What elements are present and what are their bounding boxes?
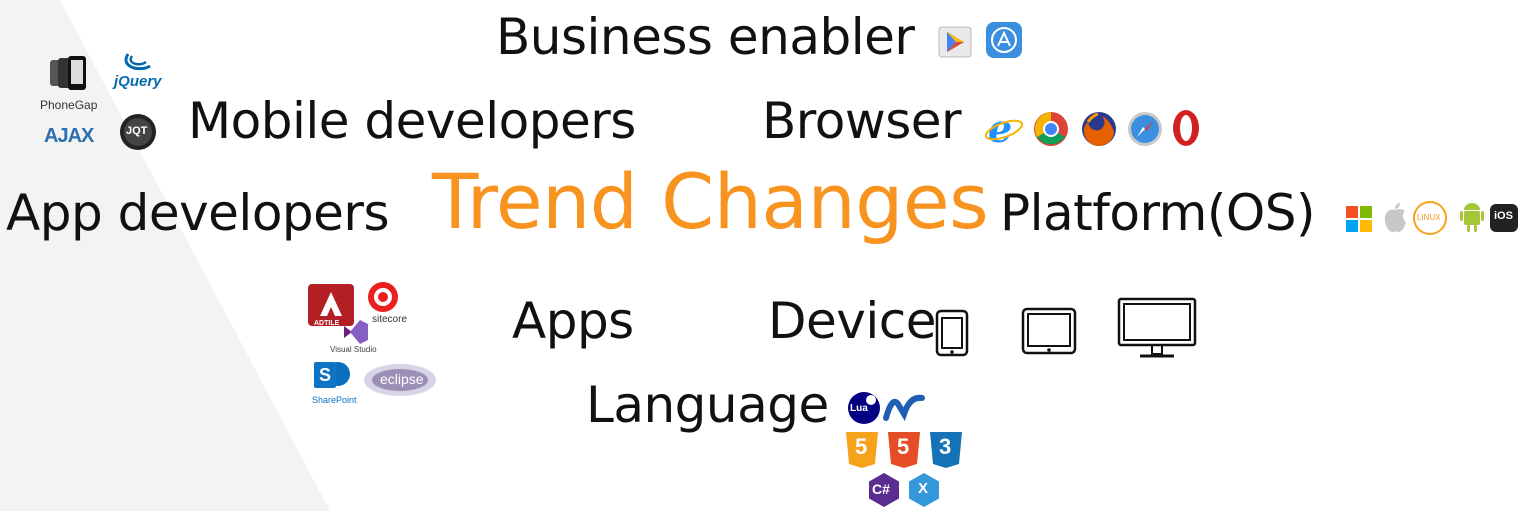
sharepoint-label: SharePoint <box>312 395 357 405</box>
google-play-icon <box>938 26 972 58</box>
visual-studio-icon <box>344 320 368 344</box>
internet-explorer-icon: e <box>984 108 1024 148</box>
windows-icon <box>1346 206 1372 232</box>
ajax-label: AJAX <box>44 125 94 147</box>
business-enabler-label: Business enabler <box>496 8 915 66</box>
sharepoint-letter: S <box>319 365 332 385</box>
browser-label: Browser <box>762 92 962 150</box>
chrome-icon <box>1034 112 1068 146</box>
tablet-icon <box>1021 307 1077 355</box>
lua-label: Lua <box>850 403 868 414</box>
dotnet-icon <box>883 394 925 422</box>
language-label: Language <box>586 376 829 434</box>
phonegap-icon <box>50 56 86 90</box>
platform-label: Platform(OS) <box>1000 184 1315 242</box>
device-label: Device <box>768 292 937 350</box>
firefox-icon <box>1082 112 1116 147</box>
mobile-developers-label: Mobile developers <box>188 92 636 150</box>
visual-studio-label: Visual Studio <box>330 345 377 354</box>
apps-label: Apps <box>512 292 634 350</box>
safari-icon <box>1128 112 1162 146</box>
eclipse-label: eclipse <box>380 371 424 387</box>
adtile-label: ADTILE <box>314 320 340 327</box>
sharepoint-icon <box>314 362 350 388</box>
jquery-swirl-icon <box>124 53 151 71</box>
linux-label: LINUX <box>1417 213 1441 222</box>
sitecore-icon <box>368 282 398 312</box>
android-icon <box>1460 203 1484 232</box>
jquery-label: jQuery <box>114 73 162 90</box>
css3-label: 3 <box>939 434 952 459</box>
jqt-label: JQT <box>126 125 148 137</box>
opera-icon <box>1173 110 1199 146</box>
html5-label-1: 5 <box>855 434 868 459</box>
phone-icon <box>935 309 969 357</box>
background-shape <box>0 0 330 511</box>
sitecore-label: sitecore <box>372 314 408 325</box>
app-developers-label: App developers <box>6 184 390 242</box>
ios-label: iOS <box>1494 210 1513 222</box>
app-store-icon <box>986 22 1022 58</box>
trend-changes-label: Trend Changes <box>432 157 989 246</box>
xamarin-label: X <box>918 480 929 497</box>
desktop-monitor-icon <box>1117 297 1197 358</box>
apple-icon <box>1384 203 1406 233</box>
html5-label-2: 5 <box>897 434 910 459</box>
csharp-label: C# <box>872 481 890 497</box>
phonegap-label: PhoneGap <box>40 98 98 112</box>
